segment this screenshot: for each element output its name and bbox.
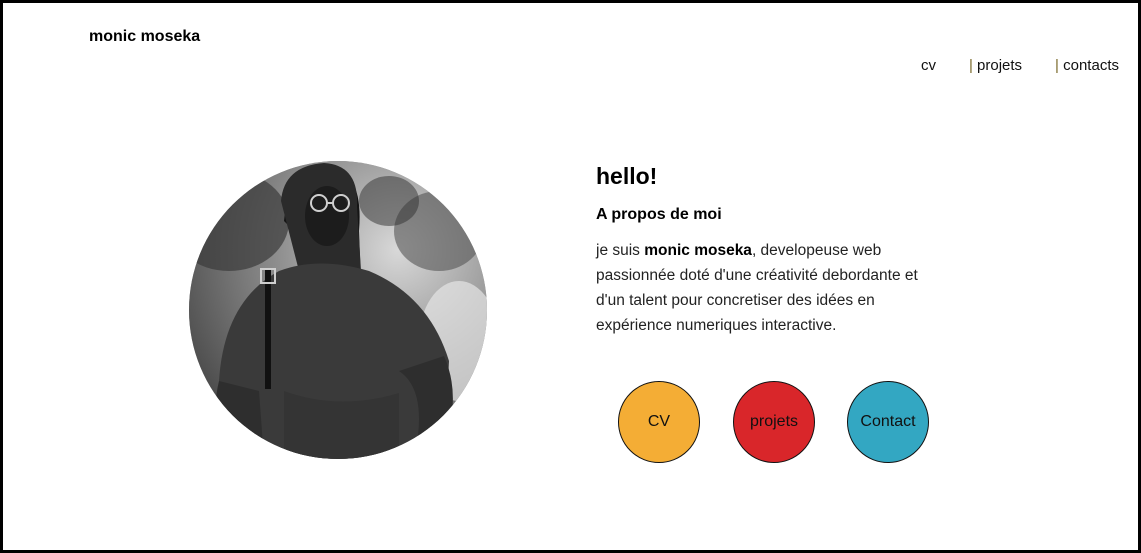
nav-link-cv[interactable]: cv [921,57,936,74]
main-nav: cv | projets | contacts [921,57,1119,74]
projets-button[interactable]: projets [733,381,815,463]
contact-button[interactable]: Contact [847,381,929,463]
portrait-illustration [189,161,487,459]
bio-paragraph: je suis monic moseka, developeuse web pa… [596,238,946,338]
nav-separator: | [1055,57,1059,74]
greeting-heading: hello! [596,163,658,189]
contact-button-label: Contact [860,413,916,430]
profile-photo [189,161,487,459]
nav-label-projets: projets [977,57,1023,74]
bio-name: monic moseka [644,242,752,259]
nav-link-contacts[interactable]: | contacts [1055,57,1119,74]
cv-button[interactable]: CV [618,381,700,463]
nav-label-contacts: contacts [1063,57,1119,74]
projets-button-label: projets [749,413,799,430]
about-section: hello! A propos de moi je suis monic mos… [596,161,946,338]
site-brand[interactable]: monic moseka [89,28,200,46]
cv-button-label: CV [647,413,671,430]
nav-link-projets[interactable]: | projets [969,57,1022,74]
bio-prefix: je suis [596,242,645,259]
nav-separator: | [968,57,973,74]
nav-label-cv: cv [920,57,936,74]
page-frame: monic moseka cv | projets | contacts hel… [0,0,1141,553]
about-title: A propos de moi [596,206,722,223]
